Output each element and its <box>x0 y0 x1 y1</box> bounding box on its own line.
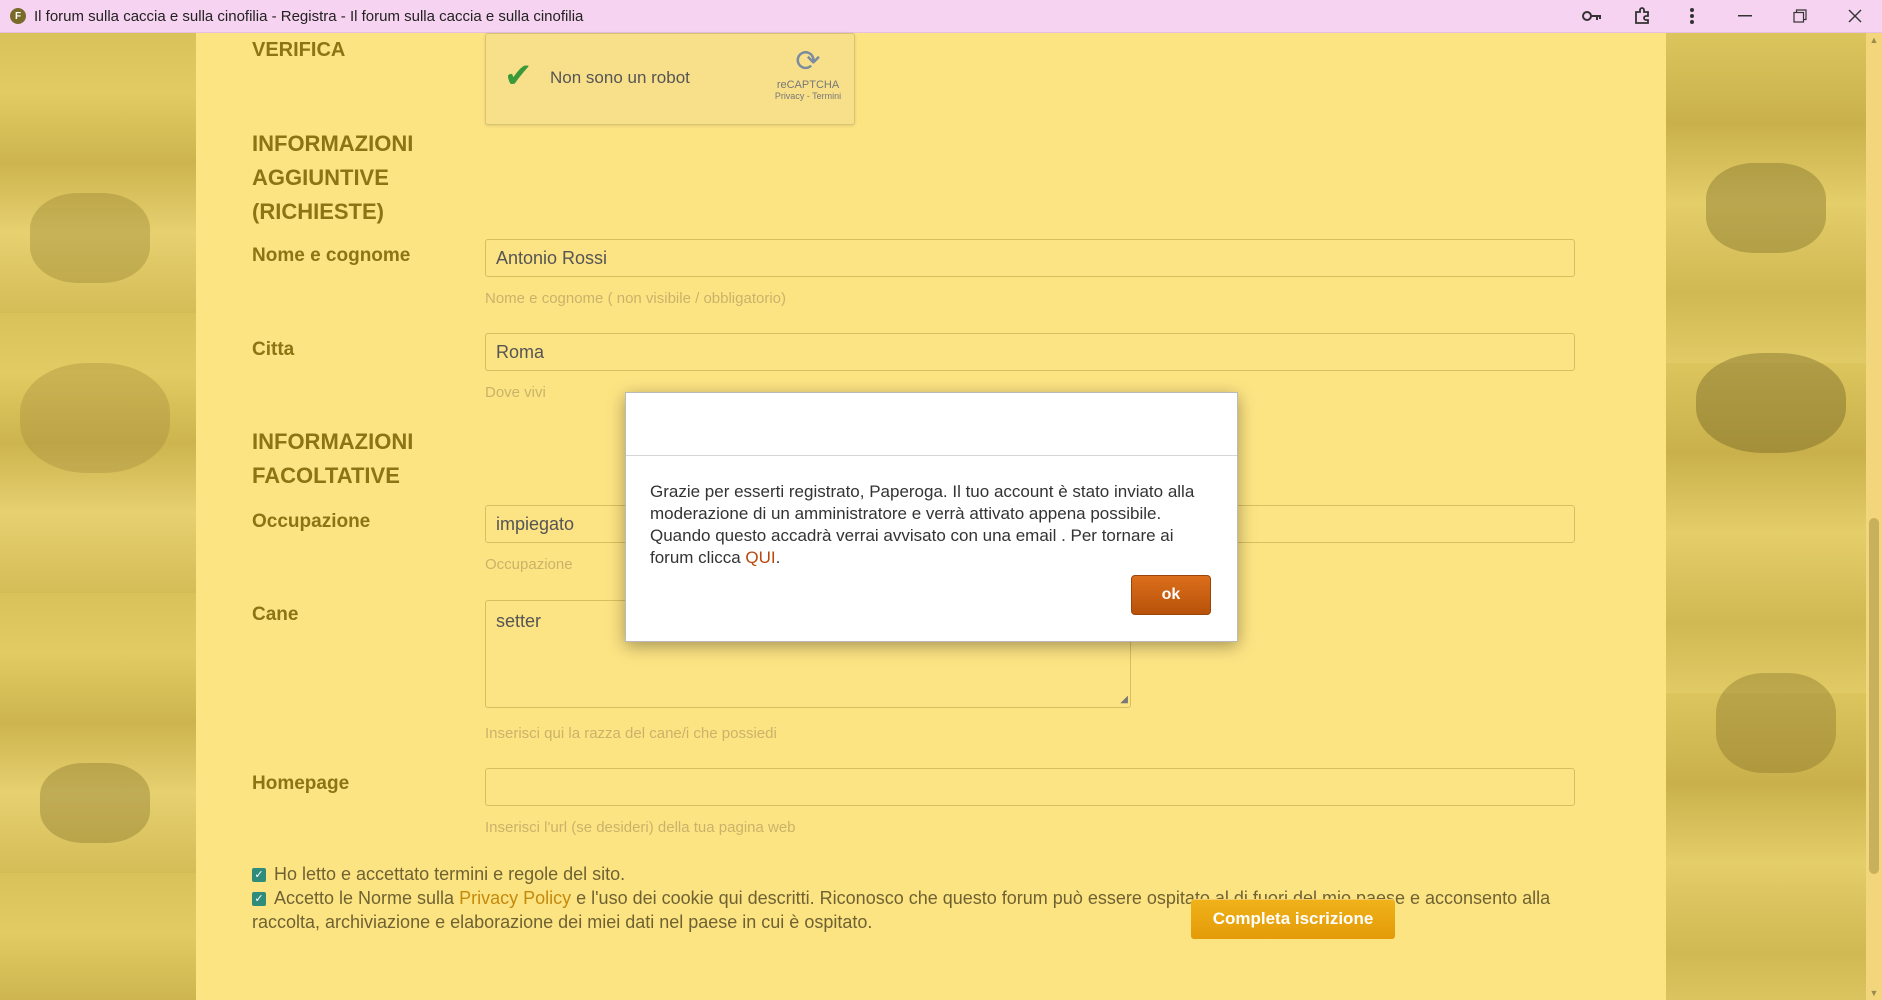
homepage-label: Homepage <box>252 773 350 794</box>
section-facoltative-line2: FACOLTATIVE <box>252 463 400 488</box>
terms-checkbox[interactable]: ✓ <box>252 868 266 883</box>
section-aggiuntive-title: INFORMAZIONI AGGIUNTIVE (RICHIESTE) <box>252 127 413 229</box>
scroll-up-icon[interactable]: ▲ <box>1866 33 1882 47</box>
window-controls <box>1567 0 1882 32</box>
recaptcha-label: Non sono un robot <box>550 68 690 87</box>
resize-handle-icon[interactable]: ◢ <box>1120 694 1128 705</box>
dog-photo-decoration <box>40 763 150 843</box>
dialog-message-text: Grazie per esserti registrato, Paperoga.… <box>650 482 1195 567</box>
window-titlebar: F Il forum sulla caccia e sulla cinofili… <box>0 0 1882 33</box>
recaptcha-logo: ⟳ reCAPTCHA Privacy - Termini <box>774 44 842 101</box>
terms-consent-text: Ho letto e accettato termini e regole de… <box>274 864 626 884</box>
nome-label: Nome e cognome <box>252 245 411 266</box>
citta-hint: Dove vivi <box>485 384 546 401</box>
scroll-down-icon[interactable]: ▼ <box>1866 986 1882 1000</box>
recaptcha-icon: ⟳ <box>795 45 821 78</box>
section-aggiuntive-line3: (RICHIESTE) <box>252 199 384 224</box>
dog-photo-decoration <box>1716 673 1836 773</box>
section-aggiuntive-line1: INFORMAZIONI <box>252 131 414 156</box>
cane-value: setter <box>496 611 542 631</box>
nome-hint: Nome e cognome ( non visibile / obbligat… <box>485 290 786 307</box>
dog-photo-decoration <box>30 193 150 283</box>
citta-input[interactable]: Roma <box>485 333 1575 371</box>
dialog-message-end: . <box>775 548 781 567</box>
complete-registration-button[interactable]: Completa iscrizione <box>1191 899 1395 939</box>
dog-photo-decoration <box>20 363 170 473</box>
cane-label: Cane <box>252 604 299 625</box>
left-background-photos <box>0 33 196 1000</box>
restore-icon[interactable] <box>1772 0 1827 32</box>
recaptcha-brand: reCAPTCHA <box>776 79 840 91</box>
section-aggiuntive-line2: AGGIUNTIVE <box>252 165 389 190</box>
dog-photo-decoration <box>1696 353 1846 453</box>
scrollbar-thumb[interactable] <box>1869 518 1879 874</box>
window-title: Il forum sulla caccia e sulla cinofilia … <box>34 7 584 25</box>
ok-button[interactable]: ok <box>1131 575 1211 615</box>
checkmark-icon: ✔ <box>504 57 533 95</box>
recaptcha-links[interactable]: Privacy - Termini <box>774 91 842 101</box>
registration-success-dialog: Grazie per esserti registrato, Paperoga.… <box>625 392 1238 642</box>
terms-consent-row: ✓ Ho letto e accettato termini e regole d… <box>252 862 1592 886</box>
privacy-checkbox[interactable]: ✓ <box>252 892 266 907</box>
dialog-header <box>626 393 1237 456</box>
dog-photo-decoration <box>1706 163 1826 253</box>
menu-kebab-icon[interactable] <box>1667 0 1717 32</box>
right-background-photos <box>1666 33 1866 1000</box>
section-facoltative-title: INFORMAZIONI FACOLTATIVE <box>252 425 413 493</box>
privacy-policy-link[interactable]: Privacy Policy <box>459 888 571 908</box>
extensions-icon[interactable] <box>1617 0 1667 32</box>
section-verifica-title: VERIFICA <box>252 39 346 61</box>
return-to-forum-link[interactable]: QUI <box>745 548 775 567</box>
occupazione-hint: Occupazione <box>485 556 573 573</box>
cane-hint: Inserisci qui la razza del cane/i che po… <box>485 725 777 742</box>
homepage-input[interactable] <box>485 768 1575 806</box>
key-icon[interactable] <box>1567 0 1617 32</box>
citta-label: Citta <box>252 339 295 360</box>
close-icon[interactable] <box>1827 0 1882 32</box>
site-favicon-icon: F <box>10 8 26 24</box>
recaptcha-widget[interactable]: ✔ Non sono un robot ⟳ reCAPTCHA Privacy … <box>485 33 855 125</box>
minimize-icon[interactable] <box>1717 0 1772 32</box>
dialog-message: Grazie per esserti registrato, Paperoga.… <box>650 481 1218 569</box>
nome-input[interactable]: Antonio Rossi <box>485 239 1575 277</box>
occupazione-label: Occupazione <box>252 511 371 532</box>
section-facoltative-line1: INFORMAZIONI <box>252 429 414 454</box>
privacy-text-before: Accetto le Norme sulla <box>274 888 460 908</box>
homepage-hint: Inserisci l'url (se desideri) della tua … <box>485 819 796 836</box>
